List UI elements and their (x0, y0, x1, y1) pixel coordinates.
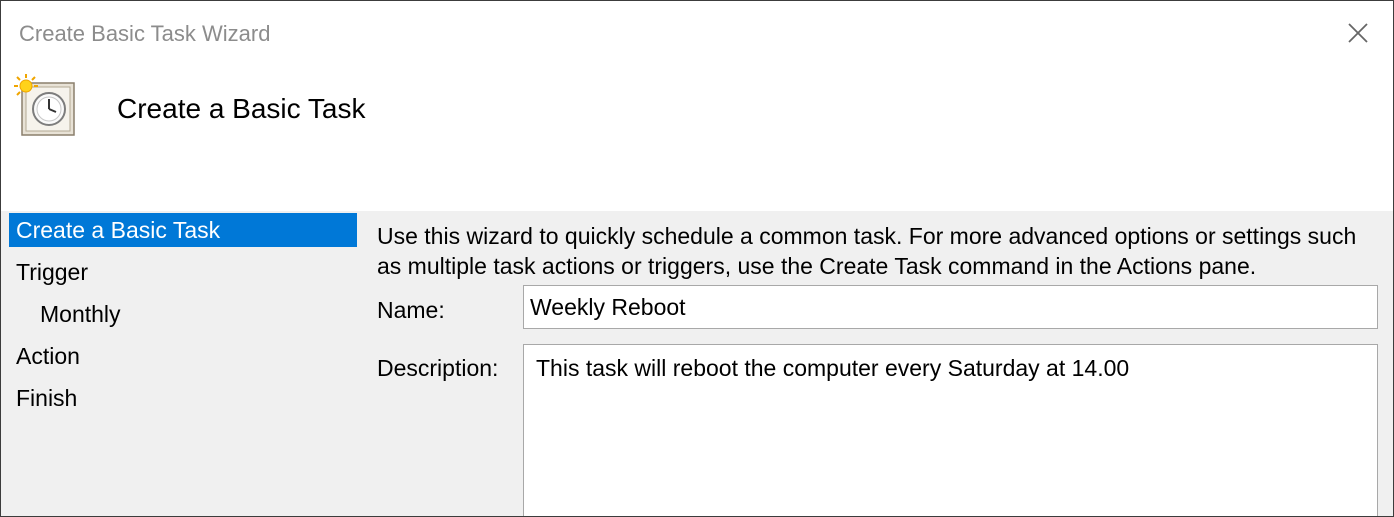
close-icon (1348, 23, 1368, 43)
wizard-window: Create Basic Task Wizard Create a Basic … (0, 0, 1394, 517)
scheduled-task-clock-icon (14, 74, 75, 136)
close-button[interactable] (1337, 13, 1379, 53)
wizard-steps-sidebar: Create a Basic Task Trigger Monthly Acti… (1, 211, 363, 516)
intro-text: Use this wizard to quickly schedule a co… (377, 223, 1357, 279)
step-create-basic-task[interactable]: Create a Basic Task (9, 213, 357, 247)
description-label: Description: (377, 355, 499, 381)
name-input[interactable] (523, 285, 1378, 329)
step-monthly[interactable]: Monthly (9, 297, 357, 331)
wizard-content: Use this wizard to quickly schedule a co… (363, 211, 1393, 516)
step-finish[interactable]: Finish (9, 381, 357, 415)
page-title: Create a Basic Task (117, 93, 366, 124)
step-action[interactable]: Action (9, 339, 357, 373)
window-title: Create Basic Task Wizard (19, 21, 271, 46)
scrollbar-track[interactable] (1379, 211, 1393, 329)
wizard-header: Create a Basic Task (1, 63, 1393, 211)
title-bar: Create Basic Task Wizard (1, 1, 1393, 63)
name-label: Name: (377, 297, 445, 323)
step-trigger[interactable]: Trigger (9, 255, 357, 289)
description-input[interactable]: This task will reboot the computer every… (523, 344, 1378, 516)
